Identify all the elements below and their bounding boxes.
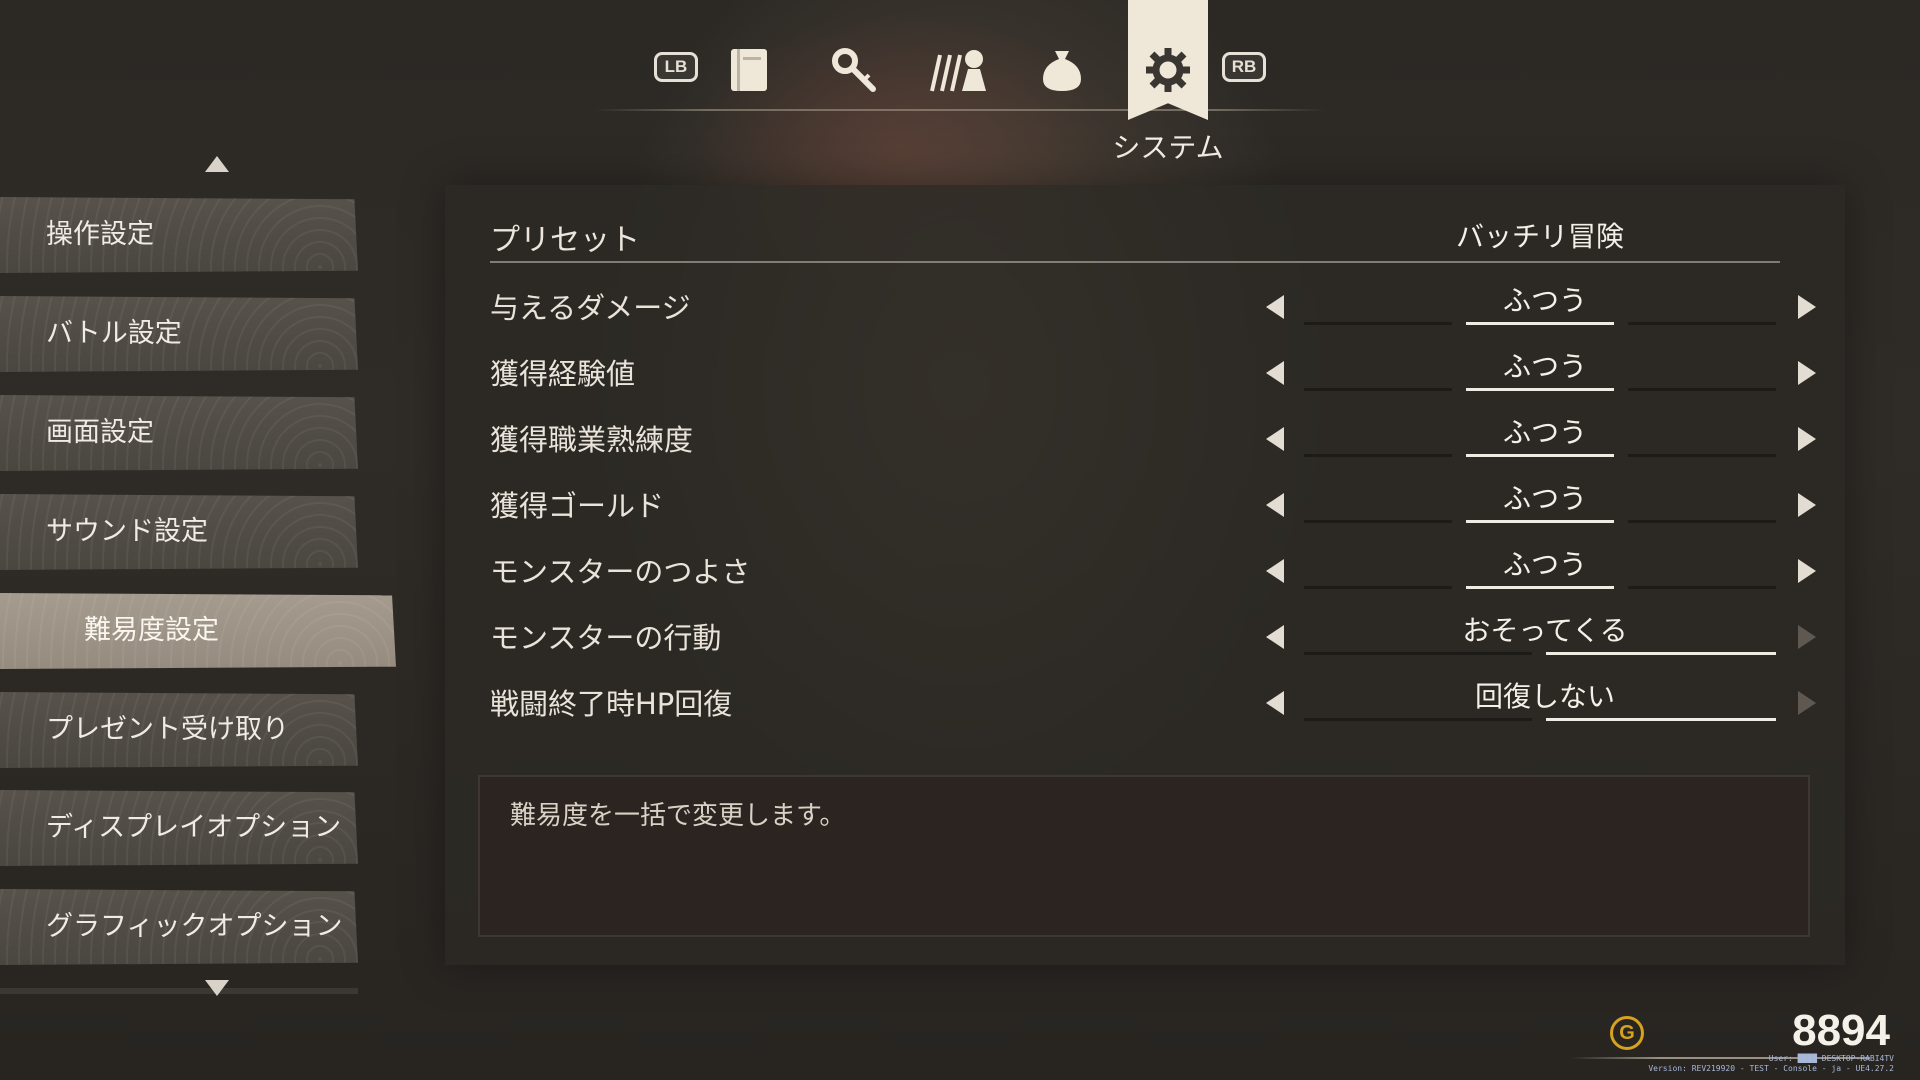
setting-row-monster-behavior[interactable]: モンスターの行動 おそってくる [490,603,1816,669]
magnifier-key-icon[interactable] [824,40,884,100]
option-segment [1304,454,1452,457]
option-segment-selected [1546,652,1776,655]
sidebar-item-label: 操作設定 [46,219,154,250]
sidebar-item-battle[interactable]: バトル設定 [0,296,358,372]
preset-value: バッチリ冒険 [1455,220,1624,253]
scroll-down-arrow-icon[interactable] [205,980,229,996]
preset-row[interactable]: プリセット バッチリ冒険 [490,215,1780,263]
build-info-line: User: ████ DESKTOP-RABI4TV [1768,1054,1894,1063]
option-segment-selected [1466,322,1614,325]
sidebar-item-label: 画面設定 [46,417,154,448]
left-arrow-icon[interactable] [1266,691,1284,715]
option-segment [1628,586,1776,589]
right-arrow-icon[interactable] [1798,625,1816,649]
setting-value: ふつう [1502,548,1587,581]
lb-bumper-button[interactable]: LB [654,52,698,82]
left-arrow-icon[interactable] [1266,295,1284,319]
right-arrow-icon[interactable] [1798,691,1816,715]
sidebar-item-screen[interactable]: 画面設定 [0,395,358,471]
sidebar-item-sound[interactable]: サウンド設定 [0,494,358,570]
menu-tab-bar: LB RB システム [0,0,1920,164]
setting-value: ふつう [1502,350,1587,383]
game-screen: LB RB システム 操作設定 バトル設定 画面設定 サウンド設定 難易度設定 … [0,0,1920,1080]
sidebar-item-label: バトル設定 [46,318,182,349]
left-arrow-icon[interactable] [1266,427,1284,451]
setting-name: 与えるダメージ [490,291,691,325]
difficulty-settings-panel: プリセット バッチリ冒険 与えるダメージ ふつう 獲得経験値 ふつう 獲得職業熟… [445,185,1845,965]
sidebar-item-label: プレゼント受け取り [46,714,289,745]
rb-bumper-button[interactable]: RB [1222,52,1266,82]
setting-name: モンスターのつよさ [490,555,751,589]
sidebar-bottom-divider [0,988,358,994]
setting-row-gold-gained[interactable]: 獲得ゴールド ふつう [490,471,1816,537]
right-arrow-icon[interactable] [1798,493,1816,517]
left-arrow-icon[interactable] [1266,559,1284,583]
gold-coin-icon: G [1610,1016,1644,1050]
setting-value: ふつう [1502,482,1587,515]
setting-row-job-mastery[interactable]: 獲得職業熟練度 ふつう [490,405,1816,471]
option-segment [1628,322,1776,325]
left-arrow-icon[interactable] [1266,493,1284,517]
preset-label: プリセット [490,223,640,258]
option-segment [1304,718,1532,721]
setting-value: ふつう [1502,284,1587,317]
sidebar-item-controls[interactable]: 操作設定 [0,197,358,273]
settings-sidebar: 操作設定 バトル設定 画面設定 サウンド設定 難易度設定 プレゼント受け取り デ… [0,150,400,1010]
item-bag-icon[interactable] [1032,40,1092,100]
sidebar-item-label: サウンド設定 [46,516,208,547]
book-icon[interactable] [720,40,780,100]
sidebar-item-label: 難易度設定 [84,615,219,646]
option-segment [1304,322,1452,325]
build-info: User: ████ DESKTOP-RABI4TV Version: REV2… [1648,1054,1894,1074]
option-segment-selected [1466,388,1614,391]
gear-icon[interactable] [1138,40,1198,100]
description-text: 難易度を一括で変更します。 [510,801,846,831]
party-icon[interactable] [928,40,988,100]
sidebar-item-label: ディスプレイオプション [46,812,342,843]
sidebar-item-presents[interactable]: プレゼント受け取り [0,692,358,768]
left-arrow-icon[interactable] [1266,625,1284,649]
setting-row-exp-gained[interactable]: 獲得経験値 ふつう [490,339,1816,405]
option-segment-selected [1546,718,1776,721]
sidebar-item-display-options[interactable]: ディスプレイオプション [0,790,358,866]
option-segment [1304,586,1452,589]
option-segment-selected [1466,454,1614,457]
right-arrow-icon[interactable] [1798,295,1816,319]
sidebar-item-difficulty[interactable]: 難易度設定 [0,593,396,669]
right-arrow-icon[interactable] [1798,361,1816,385]
option-segment [1628,454,1776,457]
option-segment [1304,520,1452,523]
right-arrow-icon[interactable] [1798,559,1816,583]
setting-name: 獲得ゴールド [490,489,665,523]
setting-name: モンスターの行動 [490,621,722,655]
scroll-up-arrow-icon[interactable] [205,156,229,172]
option-segment [1628,520,1776,523]
setting-value: 回復しない [1474,680,1615,713]
setting-name: 獲得経験値 [490,357,636,391]
sidebar-item-label: グラフィックオプション [46,911,343,942]
build-info-line: Version: REV219920 - TEST - Console - ja… [1648,1064,1894,1073]
setting-row-damage-dealt[interactable]: 与えるダメージ ふつう [490,273,1816,339]
sidebar-item-graphics-options[interactable]: グラフィックオプション [0,889,358,965]
option-segment [1304,652,1532,655]
gold-amount: 8894 [1792,1006,1890,1055]
option-segment-selected [1466,520,1614,523]
right-arrow-icon[interactable] [1798,427,1816,451]
description-box: 難易度を一括で変更します。 [478,775,1810,937]
setting-name: 獲得職業熟練度 [490,423,694,457]
option-segment [1304,388,1452,391]
setting-value: ふつう [1502,416,1587,449]
setting-name: 戦闘終了時HP回復 [490,687,733,721]
left-arrow-icon[interactable] [1266,361,1284,385]
option-segment-selected [1466,586,1614,589]
tab-bar-divider [595,109,1325,111]
active-tab-label: システム [1112,131,1224,164]
option-segment [1628,388,1776,391]
setting-row-hp-recovery[interactable]: 戦闘終了時HP回復 回復しない [490,669,1816,735]
setting-value: おそってくる [1462,614,1628,647]
setting-row-monster-strength[interactable]: モンスターのつよさ ふつう [490,537,1816,603]
